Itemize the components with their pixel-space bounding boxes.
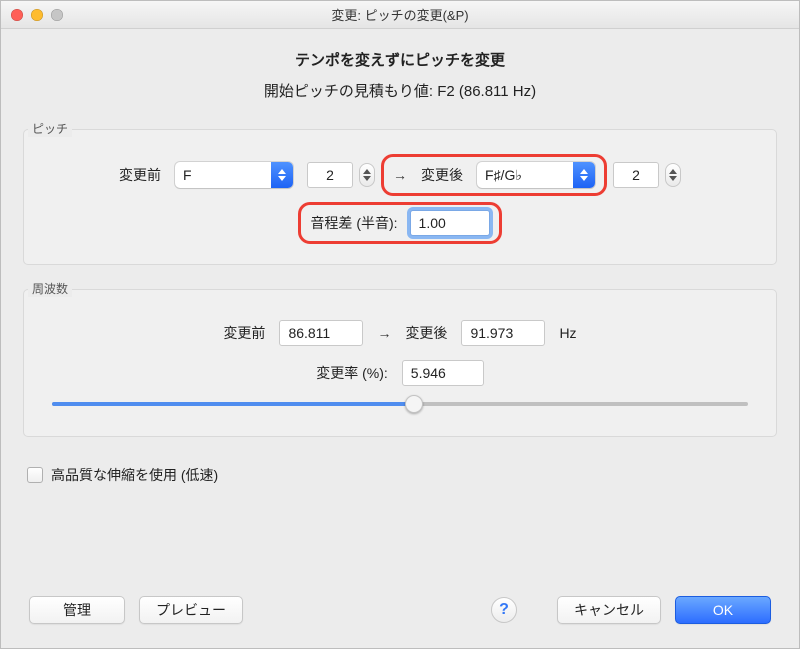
pitch-to-octave-input[interactable]: 2 [613, 162, 659, 188]
chevron-updown-icon [271, 162, 293, 188]
pitch-group-label: ピッチ [28, 120, 72, 137]
manage-button[interactable]: 管理 [29, 596, 125, 624]
help-button[interactable]: ? [491, 597, 517, 623]
minimize-icon[interactable] [31, 9, 43, 21]
pitch-group: ピッチ 変更前 F 2 → 変更後 [23, 129, 777, 265]
pitch-to-octave-stepper[interactable]: 2 [613, 162, 681, 188]
dialog-heading: テンポを変えずにピッチを変更 [23, 49, 777, 70]
dialog-window: 変更: ピッチの変更(&P) テンポを変えずにピッチを変更 開始ピッチの見積もり… [0, 0, 800, 649]
freq-from-label: 変更前 [223, 323, 265, 343]
hq-checkbox[interactable] [27, 467, 43, 483]
percent-slider[interactable] [52, 402, 748, 406]
arrow-right-icon: → [377, 325, 391, 341]
freq-row: 変更前 86.811 → 変更後 91.973 Hz [46, 320, 754, 346]
slider-fill [52, 402, 414, 406]
frequency-group-label: 周波数 [28, 280, 72, 297]
maximize-icon [51, 9, 63, 21]
dialog-footer: 管理 プレビュー ? キャンセル OK [23, 586, 777, 632]
percent-row: 変更率 (%): 5.946 [46, 360, 754, 386]
dialog-body: テンポを変えずにピッチを変更 開始ピッチの見積もり値: F2 (86.811 H… [1, 29, 799, 648]
pitch-row: 変更前 F 2 → 変更後 F♯/G♭ [46, 160, 754, 190]
freq-from-input[interactable]: 86.811 [279, 320, 363, 346]
stepper-icon[interactable] [665, 163, 681, 187]
pitch-from-note-select[interactable]: F [175, 162, 293, 188]
pitch-from-label: 変更前 [119, 165, 161, 185]
freq-to-label: 変更後 [405, 323, 447, 343]
cancel-button[interactable]: キャンセル [557, 596, 661, 624]
semitone-row: 音程差 (半音): 1.00 [46, 208, 754, 238]
frequency-group: 周波数 変更前 86.811 → 変更後 91.973 Hz 変更率 (%): … [23, 289, 777, 437]
pitch-to-note-value: F♯/G♭ [477, 162, 573, 188]
close-icon[interactable] [11, 9, 23, 21]
pitch-from-note-value: F [175, 162, 271, 188]
pitch-to-note-select[interactable]: F♯/G♭ [477, 162, 595, 188]
preview-button[interactable]: プレビュー [139, 596, 243, 624]
freq-to-input[interactable]: 91.973 [461, 320, 545, 346]
pitch-to-highlight: → 変更後 F♯/G♭ [389, 160, 599, 190]
pitch-from-octave-stepper[interactable]: 2 [307, 162, 375, 188]
titlebar: 変更: ピッチの変更(&P) [1, 1, 799, 29]
window-controls [11, 9, 63, 21]
semitone-highlight: 音程差 (半音): 1.00 [306, 208, 493, 238]
stepper-icon[interactable] [359, 163, 375, 187]
hq-checkbox-label: 高品質な伸縮を使用 (低速) [51, 465, 218, 485]
percent-label: 変更率 (%): [316, 363, 388, 383]
chevron-updown-icon [573, 162, 595, 188]
arrow-right-icon: → [393, 167, 407, 183]
ok-button[interactable]: OK [675, 596, 771, 624]
percent-input[interactable]: 5.946 [402, 360, 484, 386]
semitone-label: 音程差 (半音): [310, 213, 397, 233]
pitch-to-label: 変更後 [421, 165, 463, 185]
semitone-input[interactable]: 1.00 [410, 210, 490, 236]
slider-thumb-icon[interactable] [405, 395, 423, 413]
freq-unit-label: Hz [559, 325, 576, 341]
dialog-subheading: 開始ピッチの見積もり値: F2 (86.811 Hz) [23, 80, 777, 101]
window-title: 変更: ピッチの変更(&P) [331, 5, 468, 24]
hq-checkbox-row[interactable]: 高品質な伸縮を使用 (低速) [27, 465, 773, 485]
slider-track [52, 402, 748, 406]
pitch-from-octave-input[interactable]: 2 [307, 162, 353, 188]
